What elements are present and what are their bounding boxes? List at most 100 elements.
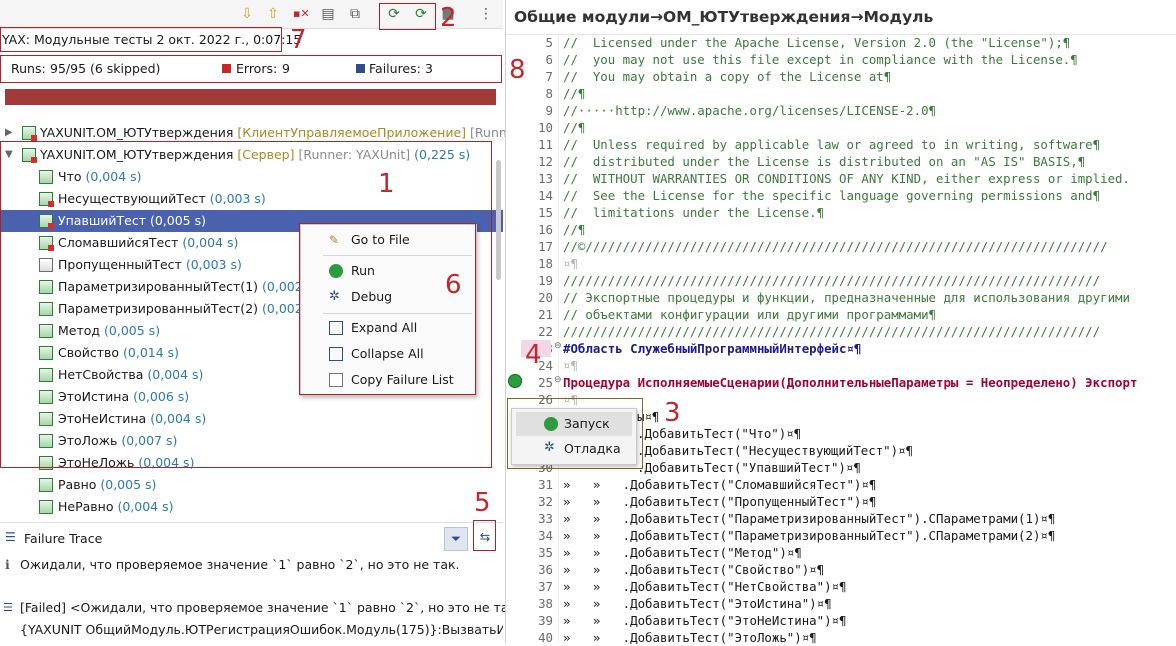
history-icon[interactable]: ⧉: [347, 6, 363, 22]
code-line[interactable]: 35 » » .ДобавитьТест("Метод")¤¶: [506, 544, 1176, 561]
code-line[interactable]: 15 // limitations under the License.¶: [506, 204, 1176, 221]
line-number: 14: [538, 188, 553, 203]
line-text: .ДобавитьТест("Что")¤¶: [637, 426, 802, 441]
code-line[interactable]: 9 //·····http://www.apache.org/licenses/L…: [506, 102, 1176, 119]
line-number: 19: [538, 273, 553, 288]
line-number: 35: [538, 545, 553, 560]
line-text: .ДобавитьТест("УпавшийТест")¤¶: [637, 460, 861, 475]
line-number: 18: [538, 256, 553, 271]
suite-context: [КлиентУправляемоеПриложение]: [237, 125, 467, 140]
test-item[interactable]: Равно (0,005 s): [0, 474, 503, 496]
line-number: 8: [545, 86, 553, 101]
code-line[interactable]: 39 » » .ДобавитьТест("ЭтоНеИстина")¤¶: [506, 612, 1176, 629]
line-text: ////////////////////////////////////////…: [563, 324, 1101, 339]
view-menu-icon[interactable]: ⋮: [478, 6, 494, 22]
marker-1: 1: [378, 169, 395, 199]
code-line[interactable]: 21 // объектами конфигурации или другими …: [506, 306, 1176, 323]
line-text: // You may obtain a copy of the License …: [563, 69, 892, 84]
editor-title: Общие модули→ОМ_ЮТУтверждения→Модуль: [514, 8, 934, 26]
line-number: 40: [538, 630, 553, 645]
code-line[interactable]: 19 //////////////////////////////////////…: [506, 272, 1176, 289]
code-line[interactable]: 25 Процедура ИсполняемыеСценарии(Дополнит…: [506, 374, 1176, 391]
marker-3: 3: [664, 398, 681, 428]
info-icon: ℹ: [5, 557, 10, 572]
code-line[interactable]: 36 » » .ДобавитьТест("Свойство")¤¶: [506, 561, 1176, 578]
line-number: 22: [538, 324, 553, 339]
test-item[interactable]: НеРавно (0,004 s): [0, 496, 503, 518]
test-name: Равно: [58, 477, 97, 492]
code-line[interactable]: 11 // Unless required by applicable law o…: [506, 136, 1176, 153]
test-time: (0,005 s): [100, 477, 157, 492]
failed-line[interactable]: [Failed] <Ожидали, что проверяемое значе…: [20, 600, 530, 615]
stack-line[interactable]: {YAXUNIT ОбщийМодуль.ЮТРегистрацияОшибок…: [20, 622, 503, 637]
code-line[interactable]: 5 // Licensed under the Apache License, V…: [506, 34, 1176, 51]
line-text: // Экспортные процедуры и функции, предн…: [563, 290, 1130, 305]
line-text: //¶: [563, 222, 586, 237]
progress-bar: [5, 89, 496, 105]
code-line[interactable]: 22 //////////////////////////////////////…: [506, 323, 1176, 340]
code-line[interactable]: 33 » » .ДобавитьТест("Параметризированный…: [506, 510, 1176, 527]
code-highlight: [501, 27, 503, 29]
code-line[interactable]: 10 //¶: [506, 119, 1176, 136]
code-line[interactable]: 6// you may not use this file except in …: [506, 51, 1176, 68]
code-line[interactable]: 40 » » .ДобавитьТест("ЭтоЛожь")¤¶: [506, 629, 1176, 646]
code-line[interactable]: 34 » » .ДобавитьТест("Параметризированный…: [506, 527, 1176, 544]
previous-failure-icon[interactable]: ⇧: [265, 6, 281, 22]
line-number: 36: [538, 562, 553, 577]
code-line[interactable]: 37 » » .ДобавитьТест("НетСвойства")¤¶: [506, 578, 1176, 595]
run-title-highlight: [0, 27, 282, 52]
code-line[interactable]: 16 //¶: [506, 221, 1176, 238]
popup-menu-highlight: [507, 398, 643, 469]
run-counters-highlight: [0, 55, 502, 83]
line-text: » » .ДобавитьТест("СломавшийсяТест")¤¶: [563, 477, 877, 492]
code-line[interactable]: 31 » » .ДобавитьТест("СломавшийсяТест")¤¶: [506, 476, 1176, 493]
line-number: 11: [538, 137, 553, 152]
code-line[interactable]: 17 //©///////////////////////////////////…: [506, 238, 1176, 255]
line-number: 12: [538, 154, 553, 169]
code-line[interactable]: 18 ¤¶: [506, 255, 1176, 272]
code-line[interactable]: 8 //¶: [506, 85, 1176, 102]
line-text: ¤¶: [563, 358, 578, 373]
line-text: //·····http://www.apache.org/licenses/LI…: [563, 103, 936, 118]
line-number: 5: [545, 35, 553, 50]
code-line[interactable]: 32 » » .ДобавитьТест("ПропущенныйТест")¤¶: [506, 493, 1176, 510]
code-line[interactable]: 23#Область СлужебныйПрограммныйИнтерфейс…: [506, 340, 1176, 357]
line-text: » » .ДобавитьТест("НетСвойства")¤¶: [563, 579, 847, 594]
list-icon: ☰: [5, 530, 16, 544]
fold-region-icon[interactable]: ⊖: [554, 341, 562, 351]
line-number: 21: [538, 307, 553, 322]
line-text: Процедура ИсполняемыеСценарии(Дополнител…: [563, 375, 1138, 390]
marker-7: 7: [290, 25, 307, 55]
code-editor[interactable]: Общие модули→ОМ_ЮТУтверждения→Модуль 5 //…: [505, 0, 1176, 646]
line-number: 32: [538, 494, 553, 509]
code-line[interactable]: 38 » » .ДобавитьТест("ЭтоИстина")¤¶: [506, 595, 1176, 612]
line-number: 9: [545, 103, 553, 118]
next-failure-icon[interactable]: ⇩: [239, 6, 255, 22]
line-text: » » .ДобавитьТест("ЭтоНеИстина")¤¶: [563, 613, 847, 628]
tree-scrollbar[interactable]: [496, 160, 501, 280]
show-failures-only-icon[interactable]: ▪✕: [293, 6, 310, 22]
line-number: 34: [538, 528, 553, 543]
marker-8: 8: [509, 55, 526, 85]
marker-2: 2: [440, 3, 457, 33]
fold-procedure-icon[interactable]: ⊖: [554, 375, 562, 385]
run-procedure-icon[interactable]: [508, 374, 522, 388]
line-number: 20: [538, 290, 553, 305]
line-text: // limitations under the License.¶: [563, 205, 825, 220]
code-line[interactable]: 7// You may obtain a copy of the License…: [506, 68, 1176, 85]
line-text: » » .ДобавитьТест("ЭтоЛожь")¤¶: [563, 630, 817, 645]
scroll-lock-icon[interactable]: ▤: [320, 6, 336, 22]
code-line[interactable]: 14 // See the License for the specific la…: [506, 187, 1176, 204]
code-line[interactable]: 24 ¤¶: [506, 357, 1176, 374]
line-number: 31: [538, 477, 553, 492]
line-number: 38: [538, 596, 553, 611]
line-number: 39: [538, 613, 553, 628]
line-text: » » .ДобавитьТест("ЭтоИстина")¤¶: [563, 596, 832, 611]
code-line[interactable]: 12 // distributed under the License is di…: [506, 153, 1176, 170]
filter-stack-icon[interactable]: ⏷: [444, 527, 468, 551]
test-time: (0,004 s): [117, 499, 174, 514]
code-line[interactable]: 13 // WITHOUT WARRANTIES OR CONDITIONS OF…: [506, 170, 1176, 187]
line-number: 15: [538, 205, 553, 220]
line-text: ¤¶: [563, 256, 578, 271]
code-line[interactable]: 20 // Экспортные процедуры и функции, пре…: [506, 289, 1176, 306]
